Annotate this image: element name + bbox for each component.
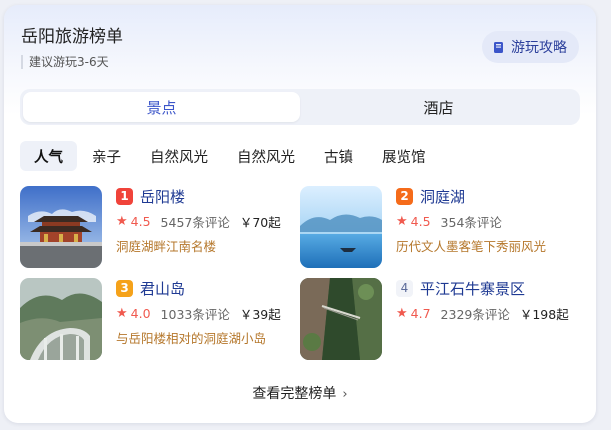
lake-photo[interactable] <box>300 186 382 268</box>
star-icon: ★ <box>396 306 408 321</box>
rank-badge: 3 <box>116 279 133 297</box>
tab-attractions[interactable]: 景点 <box>23 92 300 122</box>
review-count: 5457条评论 <box>160 215 230 230</box>
island-photo[interactable] <box>20 278 102 360</box>
tab-hotels[interactable]: 酒店 <box>300 92 577 122</box>
travel-guide-label: 游玩攻略 <box>511 40 567 56</box>
rank-badge: 4 <box>396 279 413 297</box>
review-count: 1033条评论 <box>160 307 230 322</box>
trip-duration-hint: 建议游玩3-6天 <box>21 55 109 69</box>
star-icon: ★ <box>396 214 408 229</box>
rank-badge: 2 <box>396 187 413 205</box>
list-item[interactable]: 4 平江石牛寨景区 ★ 4.7 2329条评论 ￥198起 <box>300 278 570 362</box>
attraction-description: 历代文人墨客笔下秀丽风光 <box>396 239 547 254</box>
book-icon <box>492 41 505 54</box>
chip-exhibition[interactable]: 展览馆 <box>368 141 440 171</box>
list-item[interactable]: 3 君山岛 ★ 4.0 1033条评论 ￥39起 与岳阳楼相对的洞庭湖小岛 <box>20 278 290 362</box>
price: ￥198起 <box>519 307 569 322</box>
list-item[interactable]: 2 洞庭湖 ★ 4.5 354条评论 历代文人墨客笔下秀丽风光 <box>300 186 570 270</box>
chevron-right-icon: › <box>342 387 348 402</box>
list-item[interactable]: 1 岳阳楼 ★ 4.5 5457条评论 ￥70起 洞庭湖畔江南名楼 <box>20 186 290 270</box>
filter-chips: 人气 亲子 自然风光 自然风光 古镇 展览馆 <box>20 141 441 171</box>
attraction-name[interactable]: 平江石牛寨景区 <box>420 278 525 299</box>
chip-family[interactable]: 亲子 <box>78 141 135 171</box>
rank-badge: 1 <box>116 187 133 205</box>
attraction-name[interactable]: 洞庭湖 <box>420 186 465 207</box>
chip-nature-1[interactable]: 自然风光 <box>136 141 222 171</box>
chip-popular[interactable]: 人气 <box>20 141 77 171</box>
rating-score: 4.7 <box>410 306 431 321</box>
price: ￥39起 <box>239 307 281 322</box>
category-switch: 景点 酒店 <box>20 89 580 125</box>
review-count: 354条评论 <box>440 215 502 230</box>
view-full-list-label: 查看完整榜单 <box>252 386 337 402</box>
ranking-card: 岳阳旅游榜单 建议游玩3-6天 游玩攻略 景点 酒店 人气 亲子 自然风光 自然… <box>4 5 596 423</box>
star-icon: ★ <box>116 214 128 229</box>
cliff-photo[interactable] <box>300 278 382 360</box>
chip-nature-2[interactable]: 自然风光 <box>223 141 309 171</box>
rating-score: 4.5 <box>410 214 431 229</box>
price: ￥70起 <box>239 215 281 230</box>
review-count: 2329条评论 <box>440 307 510 322</box>
travel-guide-button[interactable]: 游玩攻略 <box>482 31 579 63</box>
rating-score: 4.0 <box>130 306 151 321</box>
view-full-list-link[interactable]: 查看完整榜单 › <box>4 383 596 403</box>
rating-score: 4.5 <box>130 214 151 229</box>
attraction-name[interactable]: 岳阳楼 <box>140 186 185 207</box>
attraction-description: 洞庭湖畔江南名楼 <box>116 239 217 254</box>
chip-ancient-town[interactable]: 古镇 <box>310 141 367 171</box>
attraction-description: 与岳阳楼相对的洞庭湖小岛 <box>116 331 267 346</box>
attraction-name[interactable]: 君山岛 <box>140 278 185 299</box>
page-title: 岳阳旅游榜单 <box>21 27 123 47</box>
star-icon: ★ <box>116 306 128 321</box>
tower-photo[interactable] <box>20 186 102 268</box>
